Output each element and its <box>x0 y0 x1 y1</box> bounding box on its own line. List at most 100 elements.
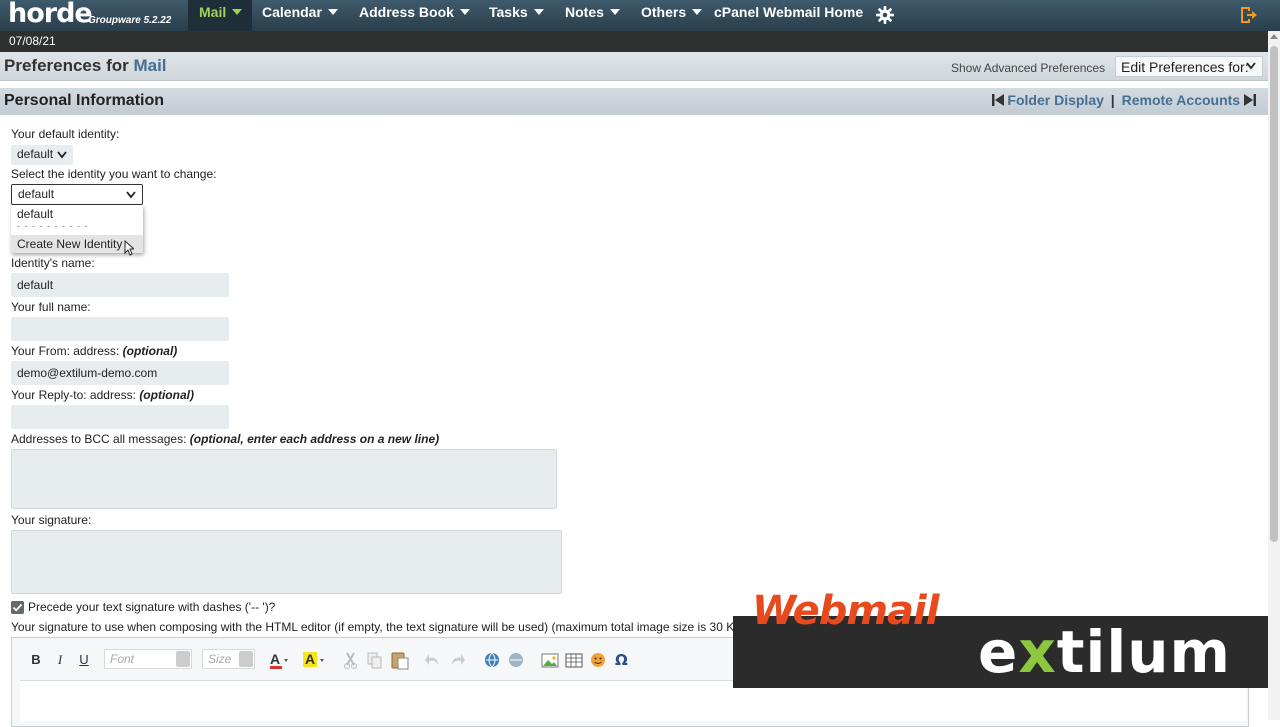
smiley-icon[interactable] <box>588 649 608 671</box>
dashes-label: Precede your text signature with dashes … <box>28 600 276 614</box>
svg-text:Ω: Ω <box>615 651 628 669</box>
nav-others[interactable]: Others <box>641 0 703 31</box>
copy-icon[interactable] <box>366 649 384 671</box>
link-icon[interactable] <box>482 649 502 671</box>
default-identity-select[interactable]: default <box>11 145 73 165</box>
chevron-down-icon <box>57 151 67 159</box>
page-title: Preferences for Mail <box>4 56 167 76</box>
select-identity-value: default <box>18 187 55 201</box>
full-name-field[interactable] <box>11 317 229 341</box>
size-combo[interactable]: Size <box>202 649 255 669</box>
current-date: 07/08/21 <box>9 34 56 48</box>
edit-preferences-for-select[interactable]: Edit Preferences for: <box>1115 56 1263 77</box>
chevron-down-icon <box>176 651 190 667</box>
from-address-field[interactable]: demo@extilum-demo.com <box>11 361 229 385</box>
identity-name-label: Identity's name: <box>11 256 95 270</box>
identity-name-field[interactable]: default <box>11 273 229 297</box>
dropdown-separator: - - - - - - - - - - <box>17 221 89 231</box>
scroll-up-arrow-icon[interactable] <box>1270 34 1278 39</box>
nav-calendar-label: Calendar <box>262 4 322 20</box>
from-address-optional: (optional) <box>122 344 178 358</box>
mouse-pointer-icon <box>124 240 134 256</box>
reply-to-label-text: Your Reply-to: address: <box>11 388 136 402</box>
nav-mail-label: Mail <box>199 4 227 20</box>
html-signature-label: Your signature to use when composing wit… <box>11 620 735 634</box>
extilum-logo-x: x <box>1018 618 1057 686</box>
chevron-down-icon <box>126 191 136 199</box>
scrollbar-thumb[interactable] <box>1270 46 1278 542</box>
italic-button[interactable]: I <box>52 649 68 671</box>
full-name-label: Your full name: <box>11 300 91 314</box>
svg-text:A: A <box>305 651 315 667</box>
bold-button[interactable]: B <box>28 649 44 671</box>
extilum-logo-e: e <box>978 618 1019 686</box>
default-identity-value: default <box>17 147 54 161</box>
select-identity-label: Select the identity you want to change: <box>11 167 217 181</box>
section-header: Personal Information Folder Display | Re… <box>0 88 1268 115</box>
cut-icon[interactable] <box>342 649 360 671</box>
nav-address-book-label: Address Book <box>359 4 454 20</box>
size-combo-placeholder: Size <box>208 652 232 666</box>
edit-preferences-for-label: Edit Preferences for: <box>1121 59 1249 75</box>
chevron-down-icon <box>533 9 544 15</box>
nav-address-book[interactable]: Address Book <box>359 0 470 31</box>
bcc-textarea[interactable] <box>11 449 557 509</box>
gear-icon[interactable] <box>876 6 894 24</box>
font-combo-placeholder: Font <box>110 652 135 666</box>
folder-display-link[interactable]: Folder Display <box>1007 92 1103 108</box>
show-advanced-preferences-link[interactable]: Show Advanced Preferences <box>951 61 1105 75</box>
underline-button[interactable]: U <box>76 649 92 671</box>
nav-others-label: Others <box>641 4 687 20</box>
font-combo[interactable]: Font <box>104 649 192 669</box>
remote-accounts-link[interactable]: Remote Accounts <box>1122 92 1241 108</box>
bcc-note: (optional, enter each address on a new l… <box>189 432 440 446</box>
dropdown-option-default[interactable]: default <box>17 207 53 221</box>
extilum-logo: extilum <box>978 618 1231 686</box>
date-bar: 07/08/21 <box>0 31 1268 52</box>
table-icon[interactable] <box>564 649 584 671</box>
logo-text: horde <box>8 0 93 29</box>
undo-icon[interactable] <box>424 649 442 671</box>
nav-tasks[interactable]: Tasks <box>489 0 544 31</box>
background-color-icon[interactable]: A <box>302 649 326 671</box>
from-address-label: Your From: address: (optional) <box>11 344 177 358</box>
logo-version: Groupware 5.2.22 <box>88 15 172 26</box>
bcc-label: Addresses to BCC all messages: (optional… <box>11 432 439 446</box>
redo-icon[interactable] <box>448 649 466 671</box>
nav-notes[interactable]: Notes <box>565 0 620 31</box>
section-title: Personal Information <box>4 92 165 109</box>
nav-mail[interactable]: Mail <box>188 0 252 31</box>
chevron-down-icon <box>609 9 620 15</box>
signature-textarea[interactable] <box>11 530 562 594</box>
chevron-down-icon <box>239 651 253 667</box>
previous-section-icon[interactable] <box>991 94 1004 106</box>
dropdown-option-create-new-identity[interactable]: Create New Identity <box>17 237 122 251</box>
next-section-icon[interactable] <box>1244 94 1256 106</box>
reply-to-field[interactable] <box>11 405 229 429</box>
paste-icon[interactable] <box>390 649 410 671</box>
chevron-down-icon <box>459 9 470 15</box>
special-character-icon[interactable]: Ω <box>612 649 632 671</box>
chevron-down-icon <box>692 9 703 15</box>
nav-cpanel-home[interactable]: cPanel Webmail Home <box>714 0 863 31</box>
chevron-down-icon <box>232 9 243 15</box>
reply-to-optional: (optional) <box>139 388 194 402</box>
page-title-prefix: Preferences for <box>4 56 129 75</box>
webmail-logo-text: Webmail <box>752 588 939 634</box>
top-nav-bar: horde Groupware 5.2.22 Mail Calendar Add… <box>0 0 1280 31</box>
section-nav: Folder Display | Remote Accounts <box>991 92 1256 108</box>
reply-to-label: Your Reply-to: address: (optional) <box>11 388 194 402</box>
dashes-checkbox[interactable] <box>11 601 24 614</box>
extilum-logo-rest: tilum <box>1056 618 1231 686</box>
text-color-icon[interactable]: A <box>268 649 290 671</box>
unlink-icon[interactable] <box>506 649 526 671</box>
logout-icon[interactable] <box>1238 5 1258 25</box>
select-identity-dropdown[interactable]: default <box>11 184 143 205</box>
bcc-label-text: Addresses to BCC all messages: <box>11 432 187 446</box>
image-icon[interactable] <box>540 649 560 671</box>
nav-calendar[interactable]: Calendar <box>262 0 338 31</box>
page-title-app: Mail <box>133 56 167 75</box>
nav-notes-label: Notes <box>565 4 604 20</box>
signature-label: Your signature: <box>11 513 92 527</box>
from-address-label-text: Your From: address: <box>11 344 120 358</box>
